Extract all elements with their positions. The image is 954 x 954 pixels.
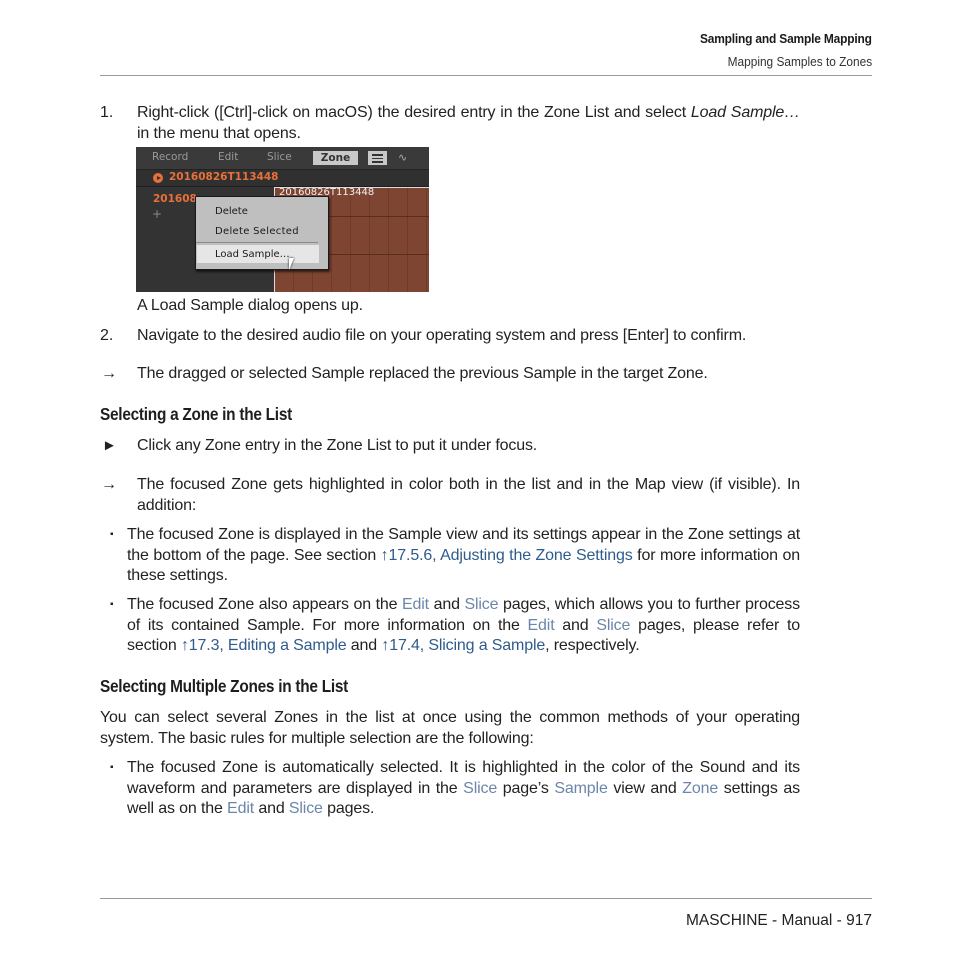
ui-term-edit: Edit: [527, 616, 555, 634]
ui-term-slice: Slice: [463, 779, 498, 797]
result-text: The focused Zone gets highlighted in col…: [137, 476, 800, 514]
waveform-icon[interactable]: ∿: [398, 151, 407, 164]
chapter-title: Sampling and Sample Mapping: [700, 31, 872, 46]
result-arrow-icon: →: [101, 476, 117, 493]
tab-zone[interactable]: Zone: [313, 151, 358, 165]
section-heading: Selecting Multiple Zones in the List: [100, 676, 349, 696]
bullet-icon: ▪: [110, 762, 114, 773]
hamburger-icon[interactable]: [368, 151, 387, 165]
text-run: , respectively.: [545, 637, 640, 654]
result-text: The dragged or selected Sample replaced …: [137, 365, 708, 382]
result-arrow-icon: →: [101, 365, 117, 382]
load-sample-term: Load Sample…: [690, 104, 800, 121]
step-1-text-after: in the menu that opens.: [137, 124, 301, 142]
menu-item-delete-selected[interactable]: Delete Selected: [215, 226, 299, 237]
zone-list-entry[interactable]: 201608: [153, 193, 197, 205]
page-tabs: Record Edit Slice Zone ∿: [136, 147, 429, 170]
section-title: Mapping Samples to Zones: [727, 55, 872, 69]
manual-page: Sampling and Sample Mapping Mapping Samp…: [0, 0, 954, 954]
bullet-text: The focused Zone also appears on the Edi…: [127, 595, 800, 657]
tab-edit[interactable]: Edit: [218, 151, 238, 163]
ui-term-edit: Edit: [402, 596, 429, 613]
bullet-icon: ▪: [110, 529, 114, 540]
mouse-cursor-icon: [289, 258, 299, 270]
ui-term-sample: Sample: [554, 779, 608, 797]
sound-name: 20160826T113448: [169, 171, 279, 183]
text-run: pages.: [322, 800, 375, 817]
section-heading: Selecting a Zone in the List: [100, 404, 292, 424]
menu-item-load-sample[interactable]: Load Sample…: [215, 249, 290, 260]
text-run: page’s: [497, 779, 555, 797]
page-footer: MASCHINE - Manual - 917: [685, 912, 872, 929]
menu-item-delete[interactable]: Delete: [215, 206, 248, 217]
header-divider: [100, 75, 872, 76]
menu-separator: [196, 242, 318, 243]
ui-term-edit: Edit: [227, 800, 255, 817]
tab-record[interactable]: Record: [152, 151, 188, 163]
sound-row[interactable]: 20160826T113448: [136, 170, 429, 187]
add-zone-icon[interactable]: +: [152, 207, 162, 221]
ui-term-slice: Slice: [596, 616, 631, 634]
action-marker-icon: ►: [102, 437, 117, 454]
ui-term-slice: Slice: [288, 800, 323, 817]
bullet-text: The focused Zone is displayed in the Sam…: [127, 525, 800, 587]
text-run: and: [346, 637, 382, 654]
footer-divider: [100, 898, 872, 899]
bullet-icon: ▪: [110, 599, 114, 610]
ui-term-slice: Slice: [464, 596, 499, 613]
xref-link-slicing-sample[interactable]: ↑17.4, Slicing a Sample: [381, 637, 545, 654]
tab-slice[interactable]: Slice: [267, 151, 292, 163]
step-1-text: Right-click ([Ctrl]-click on macOS) the …: [137, 103, 800, 144]
text-run: view and: [607, 779, 683, 797]
context-menu: Delete Delete Selected Load Sample…: [195, 196, 329, 270]
caption: A Load Sample dialog opens up.: [137, 297, 363, 314]
step-1-text-before: Right-click ([Ctrl]-click on macOS) the …: [137, 104, 691, 121]
xref-link-editing-sample[interactable]: ↑17.3, Editing a Sample: [181, 637, 347, 654]
play-icon[interactable]: [153, 173, 163, 183]
zone-list-screenshot: Record Edit Slice Zone ∿ 20160826T113448…: [136, 147, 429, 292]
text-run: and: [554, 616, 597, 634]
action-text: Click any Zone entry in the Zone List to…: [137, 437, 538, 454]
text-run: and: [254, 800, 289, 817]
bullet-text: The focused Zone is automatically select…: [127, 758, 800, 820]
text-run: and: [428, 596, 465, 613]
xref-link-zone-settings[interactable]: ↑17.5.6, Adjusting the Zone Settings: [381, 547, 633, 564]
step-number: 2.: [100, 327, 114, 344]
ui-term-zone: Zone: [682, 779, 719, 797]
step-2-text: Navigate to the desired audio file on yo…: [137, 327, 747, 344]
text-run: The focused Zone also appears on the: [127, 596, 402, 613]
step-number: 1.: [100, 104, 114, 121]
intro-text: You can select several Zones in the list…: [100, 709, 800, 747]
